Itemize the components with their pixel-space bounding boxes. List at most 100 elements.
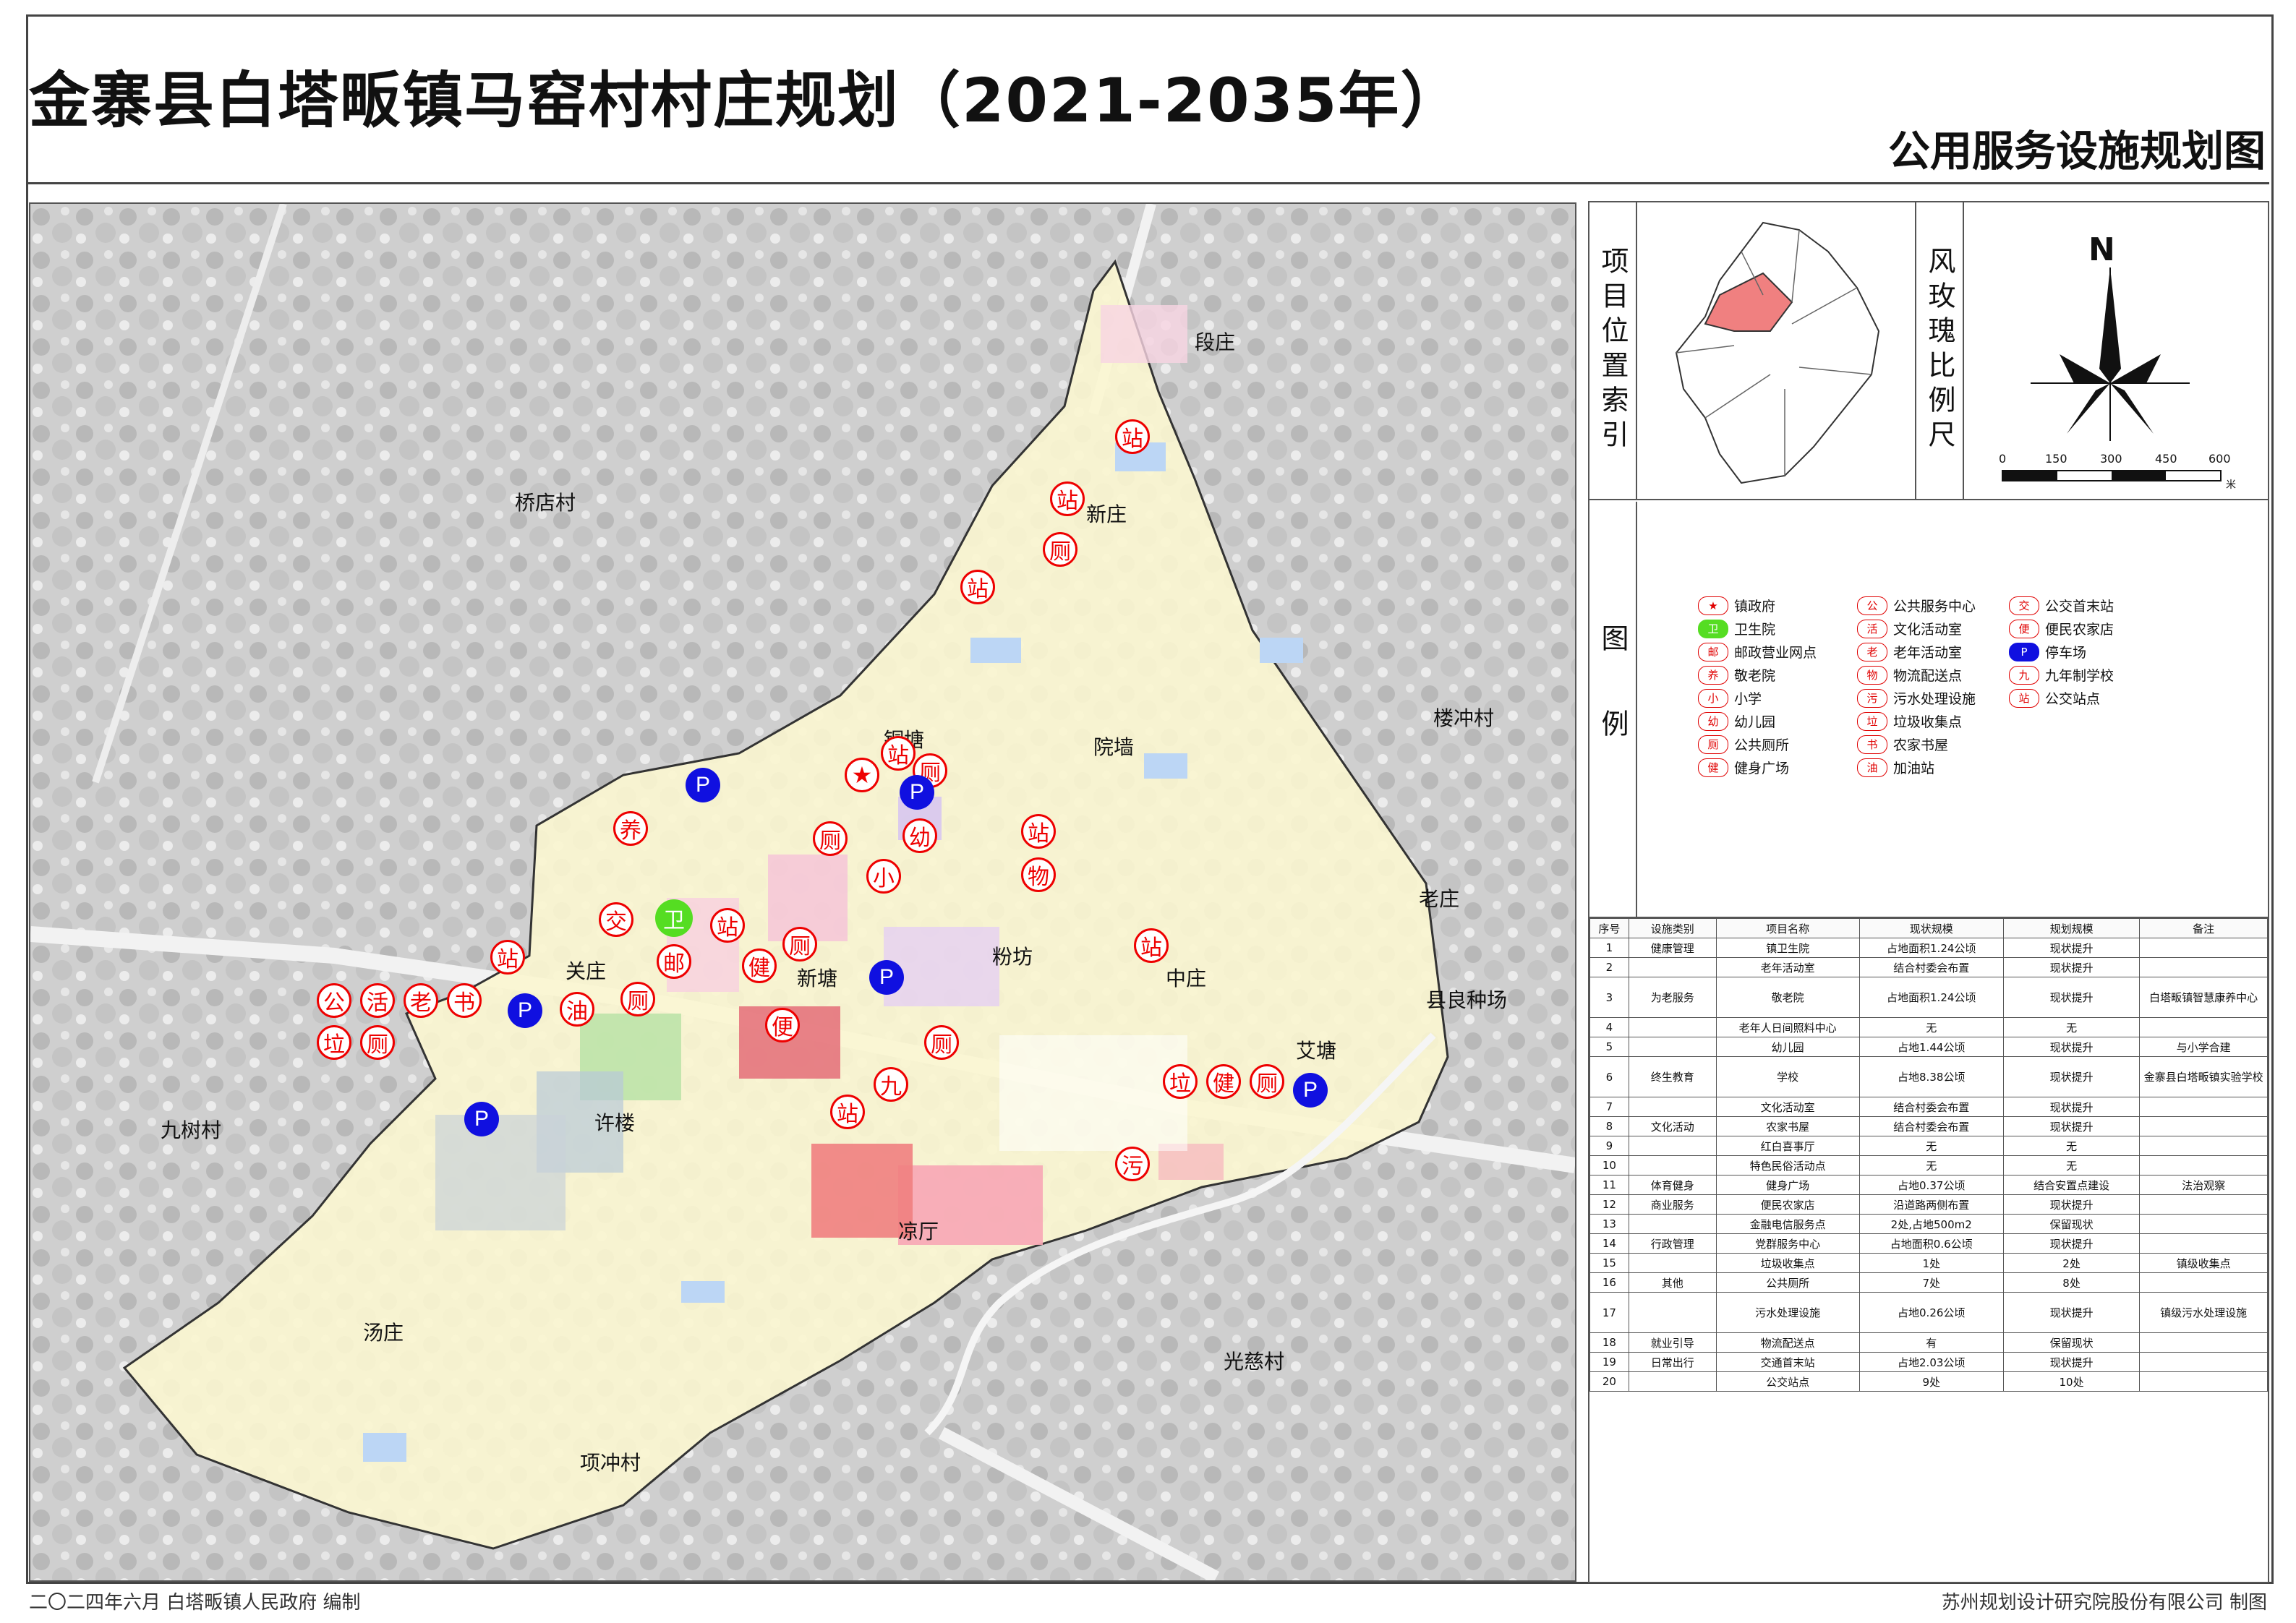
legend-symbol-icon: 便: [2009, 619, 2039, 638]
table-cell: 金寨县白塔畈镇实验学校: [2139, 1056, 2268, 1097]
bus-stop-marker[interactable]: 站: [1021, 814, 1056, 849]
nine-year-school-marker[interactable]: 九: [874, 1067, 908, 1102]
table-cell: 占地面积1.24公顷: [1858, 977, 2004, 1018]
elderly-activity-marker[interactable]: 老: [404, 983, 438, 1018]
legend-symbol-icon: 站: [2009, 688, 2039, 708]
table-cell: 现状提升: [2002, 1116, 2141, 1136]
table-cell: 占地0.26公顷: [1858, 1292, 2004, 1333]
table-cell: 行政管理: [1628, 1233, 1717, 1254]
place-label: 关庄: [566, 959, 607, 983]
toilet-marker[interactable]: 厕: [782, 927, 817, 962]
legend-symbol-icon: 厕: [1698, 735, 1728, 754]
parking-marker[interactable]: P: [900, 775, 934, 810]
bus-terminal-marker[interactable]: 交: [599, 902, 633, 937]
elderly-home-marker[interactable]: 养: [613, 811, 648, 846]
toilet-marker[interactable]: 厕: [1043, 532, 1077, 567]
parking-marker[interactable]: P: [686, 768, 720, 802]
place-label: 县良种场: [1426, 988, 1508, 1012]
legend-symbol-icon: 幼: [1698, 711, 1728, 731]
garbage-marker[interactable]: 垃: [1163, 1064, 1198, 1099]
legend-symbol-icon: 邮: [1698, 642, 1728, 661]
table-cell: 交通首末站: [1715, 1352, 1860, 1372]
table-cell: 12: [1589, 1194, 1629, 1215]
table-cell: 14: [1589, 1233, 1629, 1254]
table-cell: 9处: [1858, 1371, 2004, 1392]
table-cell: 老年活动室: [1715, 957, 1860, 977]
table-cell: 学校: [1715, 1056, 1860, 1097]
table-row: 12 商业服务 便民农家店 沿道路两侧布置 现状提升: [1589, 1194, 2268, 1215]
table-row: 1 健康管理 镇卫生院 占地面积1.24公顷 现状提升: [1589, 938, 2268, 958]
library-marker[interactable]: 书: [447, 983, 482, 1018]
place-label: 项冲村: [580, 1451, 641, 1475]
toilet-marker[interactable]: 厕: [1250, 1064, 1284, 1099]
parking-marker[interactable]: P: [464, 1102, 499, 1136]
bus-stop-marker[interactable]: 站: [1050, 481, 1085, 516]
table-row: 17 污水处理设施 占地0.26公顷 现状提升 镇级污水处理设施: [1589, 1292, 2268, 1333]
parking-marker[interactable]: P: [508, 993, 542, 1028]
legend-item: 养敬老院: [1698, 665, 1775, 685]
table-cell: [2139, 1017, 2268, 1037]
table-cell: 沿道路两侧布置: [1858, 1194, 2004, 1215]
sewage-marker[interactable]: 污: [1115, 1147, 1150, 1181]
table-cell: 5: [1589, 1037, 1629, 1057]
bus-stop-marker[interactable]: 站: [881, 736, 916, 771]
legend-symbol-icon: 公: [1857, 596, 1887, 615]
table-cell: 1处: [1858, 1253, 2004, 1273]
table-row: 4 老年人日间照料中心无无: [1589, 1017, 2268, 1037]
bus-stop-marker[interactable]: 站: [1115, 419, 1150, 454]
health-center-marker[interactable]: 卫: [655, 899, 693, 937]
garbage-marker[interactable]: 垃: [317, 1025, 351, 1060]
logistics-marker[interactable]: 物: [1021, 857, 1056, 892]
table-cell: [2139, 1155, 2268, 1176]
table-cell: 占地0.37公顷: [1858, 1175, 2004, 1195]
convenience-store-marker[interactable]: 便: [765, 1008, 800, 1042]
table-cell: 公交站点: [1715, 1371, 1860, 1392]
place-label: 段庄: [1195, 330, 1236, 354]
toilet-marker[interactable]: 厕: [620, 982, 655, 1016]
scale-unit: 米: [2226, 479, 2236, 491]
table-cell: 保留现状: [2002, 1332, 2141, 1353]
table-cell: [1628, 957, 1717, 977]
table-row: 9 红白喜事厅无无: [1589, 1136, 2268, 1156]
fitness-square-marker[interactable]: 健: [742, 948, 777, 983]
map-canvas[interactable]: 段庄 新庄 桥店村 楼冲村 院墙 铜塘 老庄 县良种场 关庄 新塘 粉坊 中庄 …: [29, 202, 1576, 1582]
legend-item: 活文化活动室: [1857, 619, 1962, 638]
table-row: 10 特色民俗活动点无无: [1589, 1155, 2268, 1176]
table-cell: 现状提升: [2002, 938, 2141, 958]
table-cell: 结合村委会布置: [1858, 1116, 2004, 1136]
fitness-square-marker[interactable]: 健: [1206, 1064, 1241, 1099]
bus-stop-marker[interactable]: 站: [830, 1095, 865, 1129]
legend-label-text: 健身广场: [1734, 761, 1790, 776]
place-label: 新庄: [1086, 502, 1127, 526]
town-government-marker[interactable]: ★: [845, 758, 879, 792]
parking-marker[interactable]: P: [869, 960, 904, 995]
kindergarten-marker[interactable]: 幼: [902, 818, 937, 853]
toilet-marker[interactable]: 厕: [924, 1025, 959, 1060]
table-cell: 结合村委会布置: [1858, 957, 2004, 977]
legend-label-text: 小学: [1734, 691, 1762, 707]
table-cell: 党群服务中心: [1715, 1233, 1860, 1254]
bus-stop-marker[interactable]: 站: [490, 940, 525, 975]
rose-label: 风玫瑰比例尺: [1915, 202, 1964, 499]
table-cell: 现状提升: [2002, 1037, 2141, 1057]
place-label: 楼冲村: [1433, 706, 1495, 730]
bus-stop-marker[interactable]: 站: [960, 570, 995, 604]
gas-station-marker[interactable]: 油: [560, 992, 594, 1027]
legend-item: 厕公共厕所: [1698, 735, 1789, 754]
table-cell: 保留现状: [2002, 1214, 2141, 1234]
legend-item: 污污水处理设施: [1857, 688, 1976, 708]
public-service-center-marker[interactable]: 公: [317, 983, 351, 1018]
bus-stop-marker[interactable]: 站: [710, 908, 745, 943]
parking-marker[interactable]: P: [1293, 1073, 1328, 1108]
post-office-marker[interactable]: 邮: [657, 944, 691, 979]
toilet-marker[interactable]: 厕: [360, 1025, 395, 1060]
bus-stop-marker[interactable]: 站: [1134, 928, 1169, 963]
legend-symbol-icon: 垃: [1857, 711, 1887, 731]
table-cell: 幼儿园: [1715, 1037, 1860, 1057]
toilet-marker[interactable]: 厕: [813, 821, 848, 856]
culture-room-marker[interactable]: 活: [360, 983, 395, 1018]
legend-label-text: 停车场: [2045, 645, 2087, 661]
place-label: 老庄: [1419, 887, 1460, 911]
primary-school-marker[interactable]: 小: [866, 859, 901, 894]
legend-item: 幼幼儿园: [1698, 711, 1775, 731]
